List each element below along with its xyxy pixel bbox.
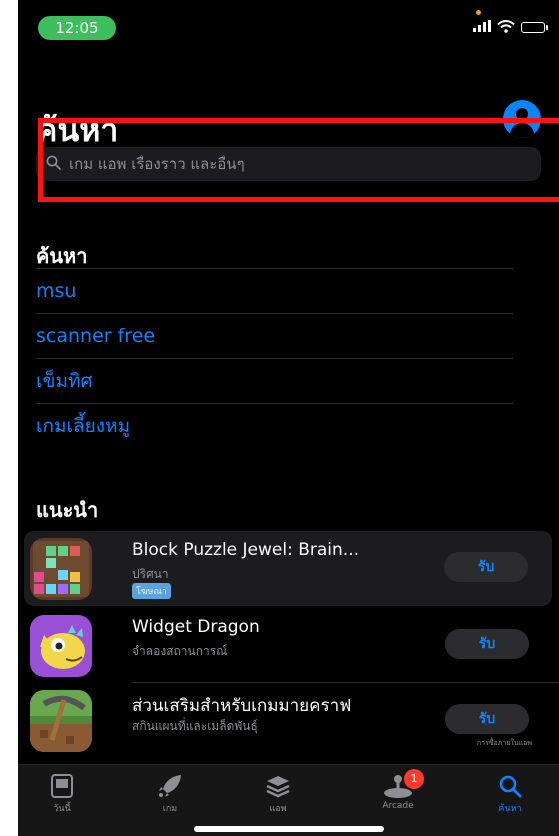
get-button[interactable]: รับ <box>444 552 528 582</box>
tab-label: วันนี้ <box>53 804 71 814</box>
phone-screen: 12:05 ค้นหา ค้นหา msu scanner free เข็มท… <box>18 0 559 836</box>
status-icons <box>473 18 548 37</box>
recent-search-item[interactable]: เกมเลี้ยงหมู <box>36 403 513 448</box>
tab-label: ค้นหา <box>498 804 522 814</box>
minecraft-addon-app-icon <box>30 690 92 752</box>
get-button[interactable]: รับ <box>445 629 529 659</box>
tab-arcade[interactable]: 1 Arcade <box>358 769 438 811</box>
today-icon <box>22 771 102 801</box>
search-field[interactable] <box>36 147 541 181</box>
suggested-section-title: แนะนำ <box>36 498 99 522</box>
in-app-purchase-note: การซื้อภายในแอพ <box>476 739 532 747</box>
app-name: Widget Dragon <box>132 617 260 637</box>
tab-label: เกม <box>162 804 178 814</box>
recent-search-list: msu scanner free เข็มทิศ เกมเลี้ยงหมู <box>36 268 513 448</box>
wifi-icon <box>497 18 515 37</box>
app-row-block-puzzle[interactable]: Block Puzzle Jewel: Brain... ปริศนา โฆษณ… <box>24 531 552 606</box>
tab-label: Arcade <box>382 801 414 811</box>
app-category: จำลองสถานการณ์ <box>132 644 228 658</box>
tab-today[interactable]: วันนี้ <box>22 771 102 815</box>
status-time: 12:05 <box>38 16 116 40</box>
privacy-indicator <box>476 10 481 15</box>
get-button[interactable]: รับ <box>445 704 529 734</box>
app-category: สกินแผนที่และเมล็ดพันธุ์ <box>132 719 258 733</box>
arcade-badge: 1 <box>404 769 424 789</box>
home-indicator <box>194 826 384 832</box>
account-avatar-icon[interactable] <box>503 100 541 138</box>
search-icon <box>46 155 61 174</box>
tab-apps[interactable]: แอพ <box>238 771 318 815</box>
tab-label: แอพ <box>269 804 287 814</box>
battery-icon <box>521 22 548 33</box>
tab-search[interactable]: ค้นหา <box>470 771 550 815</box>
tab-games[interactable]: เกม <box>130 771 210 815</box>
apps-stack-icon <box>238 771 318 801</box>
app-row-widget-dragon[interactable]: Widget Dragon จำลองสถานการณ์ รับ <box>18 608 559 683</box>
recent-search-item[interactable]: scanner free <box>36 313 513 358</box>
signal-icon <box>473 19 491 36</box>
rocket-icon <box>130 771 210 801</box>
app-row-minecraft-addon[interactable]: ส่วนเสริมสำหรับเกมมายคราฟ สกินแผนที่และเ… <box>18 683 559 758</box>
app-name: ส่วนเสริมสำหรับเกมมายคราฟ <box>132 696 352 716</box>
app-category: ปริศนา <box>132 567 169 581</box>
app-name: Block Puzzle Jewel: Brain... <box>132 540 360 560</box>
search-input[interactable] <box>69 155 529 173</box>
ad-badge: โฆษณา <box>132 583 171 599</box>
recent-search-item[interactable]: เข็มทิศ <box>36 358 513 403</box>
widget-dragon-app-icon <box>30 615 92 677</box>
search-icon <box>470 771 550 801</box>
recent-search-item[interactable]: msu <box>36 268 513 313</box>
block-puzzle-app-icon <box>30 538 92 600</box>
joystick-icon: 1 <box>358 769 438 801</box>
